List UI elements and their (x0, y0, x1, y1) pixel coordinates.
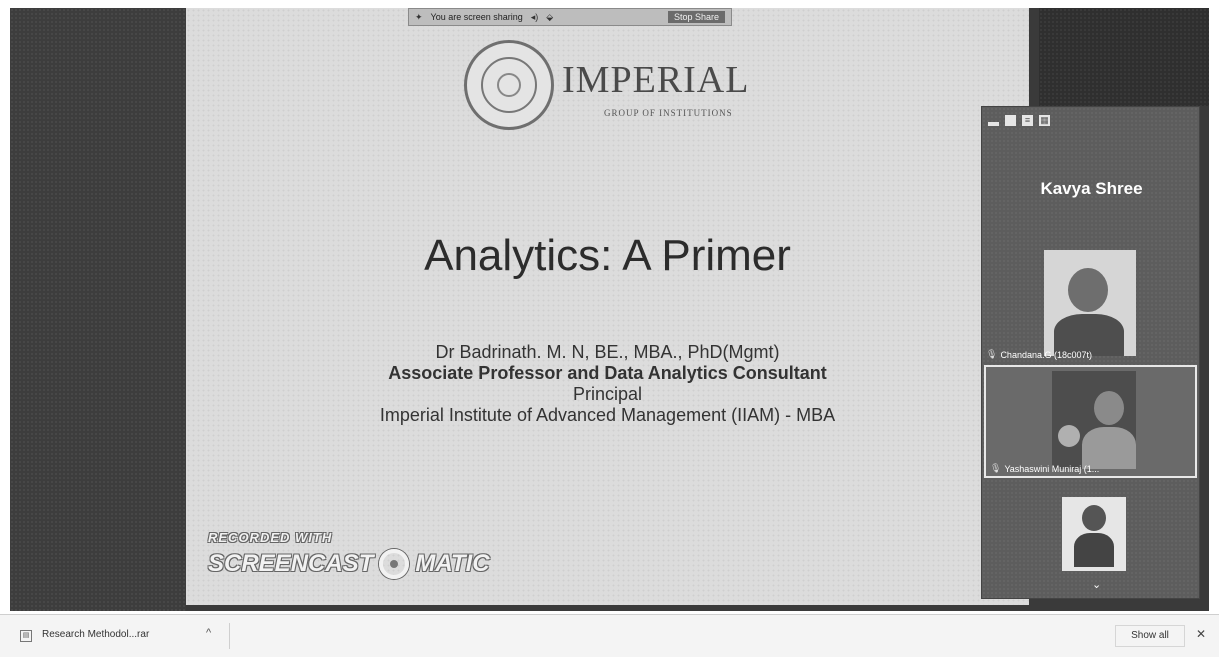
mic-muted-icon: 🎙 (986, 349, 998, 359)
screen-share-bar: ✦ You are screen sharing ◂) ⬙ Stop Share (408, 8, 732, 26)
list-view-icon[interactable]: ≡ (1022, 115, 1033, 126)
grid-view-icon[interactable]: ▦ (1039, 115, 1050, 126)
participant-label: 🎙 Chandana.G (18c007t) (986, 349, 1092, 360)
shield-icon[interactable]: ⬙ (546, 12, 553, 23)
watermark-right: MATIC (415, 550, 490, 577)
seal-icon (464, 40, 554, 130)
screencast-logo-icon (379, 549, 410, 579)
author-role: Associate Professor and Data Analytics C… (388, 363, 827, 383)
pin-icon[interactable]: ✦ (415, 12, 423, 23)
stop-share-button[interactable]: Stop Share (667, 11, 725, 23)
logo-subtitle: GROUP OF INSTITUTIONS (604, 108, 733, 118)
screen-share-window: IMPERIAL GROUP OF INSTITUTIONS Analytics… (10, 8, 1209, 611)
participant-video (1052, 371, 1136, 469)
chevron-down-icon[interactable]: ⌄ (1092, 578, 1101, 591)
watermark-top: RECORDED WITH (208, 530, 333, 545)
author-institute: Imperial Institute of Advanced Managemen… (379, 405, 836, 425)
show-all-button[interactable]: Show all (1115, 625, 1185, 647)
participant-name: Yashaswini Muniraj (1... (1004, 463, 1100, 474)
participant-tile[interactable]: 🎙 Chandana.G (18c007t) (982, 245, 1201, 362)
active-speaker-name: Kavya Shree (1040, 179, 1143, 198)
single-view-icon[interactable] (1005, 115, 1016, 126)
author-position: Principal (572, 384, 643, 404)
slide-title: Analytics: A Primer (424, 231, 791, 280)
participant-name: Chandana.G (18c007t) (1000, 349, 1092, 360)
view-options: ≡ ▦ (988, 115, 1050, 126)
watermark-main: SCREENCAST MATIC (208, 549, 490, 579)
participant-avatar (1062, 497, 1126, 571)
mic-muted-icon: 🎙 (990, 463, 1002, 473)
download-separator (229, 623, 230, 649)
chevron-up-icon[interactable]: ^ (206, 627, 211, 639)
logo-name: IMPERIAL (562, 59, 750, 101)
author-block: Dr Badrinath. M. N, BE., MBA., PhD(Mgmt)… (186, 342, 1029, 426)
minimize-icon[interactable] (988, 122, 999, 126)
recording-watermark: RECORDED WITH SCREENCAST MATIC (208, 530, 490, 579)
participant-label: 🎙 Yashaswini Muniraj (1... (990, 463, 1099, 474)
archive-file-icon: ▤ (20, 630, 32, 642)
presentation-slide: IMPERIAL GROUP OF INSTITUTIONS Analytics… (186, 8, 1029, 605)
participant-video (1044, 250, 1136, 356)
close-icon[interactable]: ✕ (1196, 627, 1206, 641)
participant-tile[interactable]: ⌄ (982, 483, 1201, 597)
watermark-left: SCREENCAST (208, 550, 374, 577)
left-background-panel (10, 8, 186, 611)
audio-icon[interactable]: ◂) (531, 12, 539, 23)
author-name: Dr Badrinath. M. N, BE., MBA., PhD(Mgmt) (435, 342, 780, 362)
right-background-panel (1039, 8, 1209, 106)
participants-panel: ≡ ▦ Kavya Shree 🎙 Chandana.G (18c007t) 🎙 (981, 106, 1200, 599)
downloads-bar: ▤ Research Methodol...rar ^ Show all ✕ (0, 614, 1219, 657)
download-file-name[interactable]: Research Methodol...rar (42, 629, 149, 640)
institution-logo: IMPERIAL GROUP OF INSTITUTIONS (464, 40, 804, 136)
participant-tile[interactable]: 🎙 Yashaswini Muniraj (1... (984, 365, 1197, 478)
share-status: You are screen sharing (430, 12, 523, 22)
